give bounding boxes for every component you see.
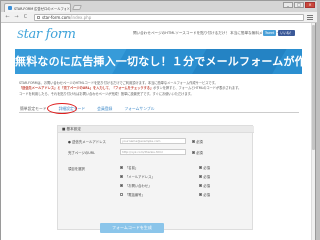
site-logo[interactable]: Star form [17, 27, 76, 42]
tab-member-registration[interactable]: 会員登録 [96, 106, 113, 112]
url-required: 必須 [192, 150, 203, 155]
intro-text: STAR-FORMは、お問い合わせページのHTMLコードを貼り付けるだけでご利用… [19, 81, 299, 97]
section-heading: ■ 基本設定 [58, 126, 254, 133]
red-circle-annotation [47, 103, 77, 114]
item-inquiry: 「お問い合わせ」 必須 [120, 181, 210, 190]
item-phone-required[interactable] [199, 193, 203, 196]
window-controls: _ □ × [283, 2, 315, 8]
page-icon [37, 16, 40, 19]
browser-toolbar: ← → C star-form.com/index.php [1, 12, 317, 23]
browser-window: STAR-FORM 広告ゼロのメールフォーム × _ □ × ← → C sta… [0, 0, 317, 240]
maximize-button[interactable]: □ [294, 2, 304, 8]
tab-form-sample[interactable]: フォームサンプル [123, 106, 155, 112]
email-field[interactable] [120, 138, 186, 144]
site-tagline: 問い合わせページのHTMLソースコードを貼り付けるだけ！ 本当に簡単な無料メール… [133, 31, 284, 35]
banner-headline: 無料なのに広告挿入一切なし！１分でメールフォームが作成可能！ [15, 55, 302, 68]
complete-url-field[interactable] [120, 149, 186, 155]
scrollbar-thumb[interactable] [312, 25, 315, 150]
item-list: 「名前」 必須 「メールアドレス」 必須 「お問い合わせ」 必須 「電話番号」 … [120, 163, 210, 199]
site-header: Star form 問い合わせページのHTMLソースコードを貼り付けるだけ！ 本… [1, 23, 315, 49]
menu-button[interactable] [306, 14, 314, 21]
items-label: 項目を選択 [68, 167, 85, 171]
forward-button[interactable]: → [13, 14, 20, 21]
minimize-button[interactable]: _ [283, 2, 293, 8]
url-required-checkbox[interactable] [192, 151, 195, 154]
item-name-required[interactable] [199, 166, 203, 169]
url-path: /index.php [70, 15, 92, 20]
like-button[interactable]: いいね！ [278, 30, 295, 36]
item-email-required[interactable] [199, 175, 203, 178]
url-host: star-form.com [42, 15, 71, 20]
browser-tab[interactable]: STAR-FORM 広告ゼロのメールフォーム × [4, 3, 71, 12]
item-inquiry-required[interactable] [199, 184, 203, 187]
address-bar[interactable]: star-form.com/index.php [34, 14, 304, 21]
item-email-checkbox[interactable] [120, 175, 123, 178]
item-name-checkbox[interactable] [120, 166, 123, 169]
tab-strip: STAR-FORM 広告ゼロのメールフォーム × _ □ × [1, 1, 317, 12]
email-required-checkbox[interactable] [192, 140, 195, 143]
close-window-button[interactable]: × [305, 2, 315, 8]
tab-close-icon[interactable]: × [67, 6, 70, 11]
web-page: Star form 問い合わせページのHTMLソースコードを貼り付けるだけ！ 本… [1, 23, 315, 240]
item-name: 「名前」 必須 [120, 163, 210, 172]
intro-line-3: コードを利用したら、それを貼り付ければお問い合わせページが完成！簡単に設置完了で… [19, 91, 194, 96]
item-phone-checkbox[interactable] [120, 193, 123, 196]
tweet-button[interactable]: Tweet [263, 30, 277, 36]
generate-code-button[interactable]: フォームコードを生成 [100, 223, 164, 233]
email-required: 必須 [192, 139, 203, 144]
reload-button[interactable]: C [22, 14, 29, 21]
item-email: 「メールアドレス」 必須 [120, 172, 210, 181]
settings-form: ■ 基本設定 ● 送信先メールアドレス 必須 完了ページのURL 必須 項目を選… [57, 125, 254, 230]
hero-banner: 無料なのに広告挿入一切なし！１分でメールフォームが作成可能！ [15, 49, 302, 74]
page-scrollbar[interactable] [311, 23, 315, 240]
email-label: ● 送信先メールアドレス [68, 140, 106, 144]
back-button[interactable]: ← [4, 14, 11, 21]
url-text: star-form.com/index.php [42, 15, 91, 20]
new-tab-button[interactable] [72, 5, 82, 10]
tab-simple-mode[interactable]: 簡単設定モード [19, 106, 48, 112]
item-phone: 「電話番号」 必須 [120, 190, 210, 199]
tab-title: STAR-FORM 広告ゼロのメールフォーム [13, 6, 66, 11]
social-buttons: Tweet いいね！ [263, 30, 295, 36]
item-inquiry-checkbox[interactable] [120, 184, 123, 187]
favicon-icon [8, 6, 12, 10]
complete-url-label: 完了ページのURL [68, 151, 96, 155]
